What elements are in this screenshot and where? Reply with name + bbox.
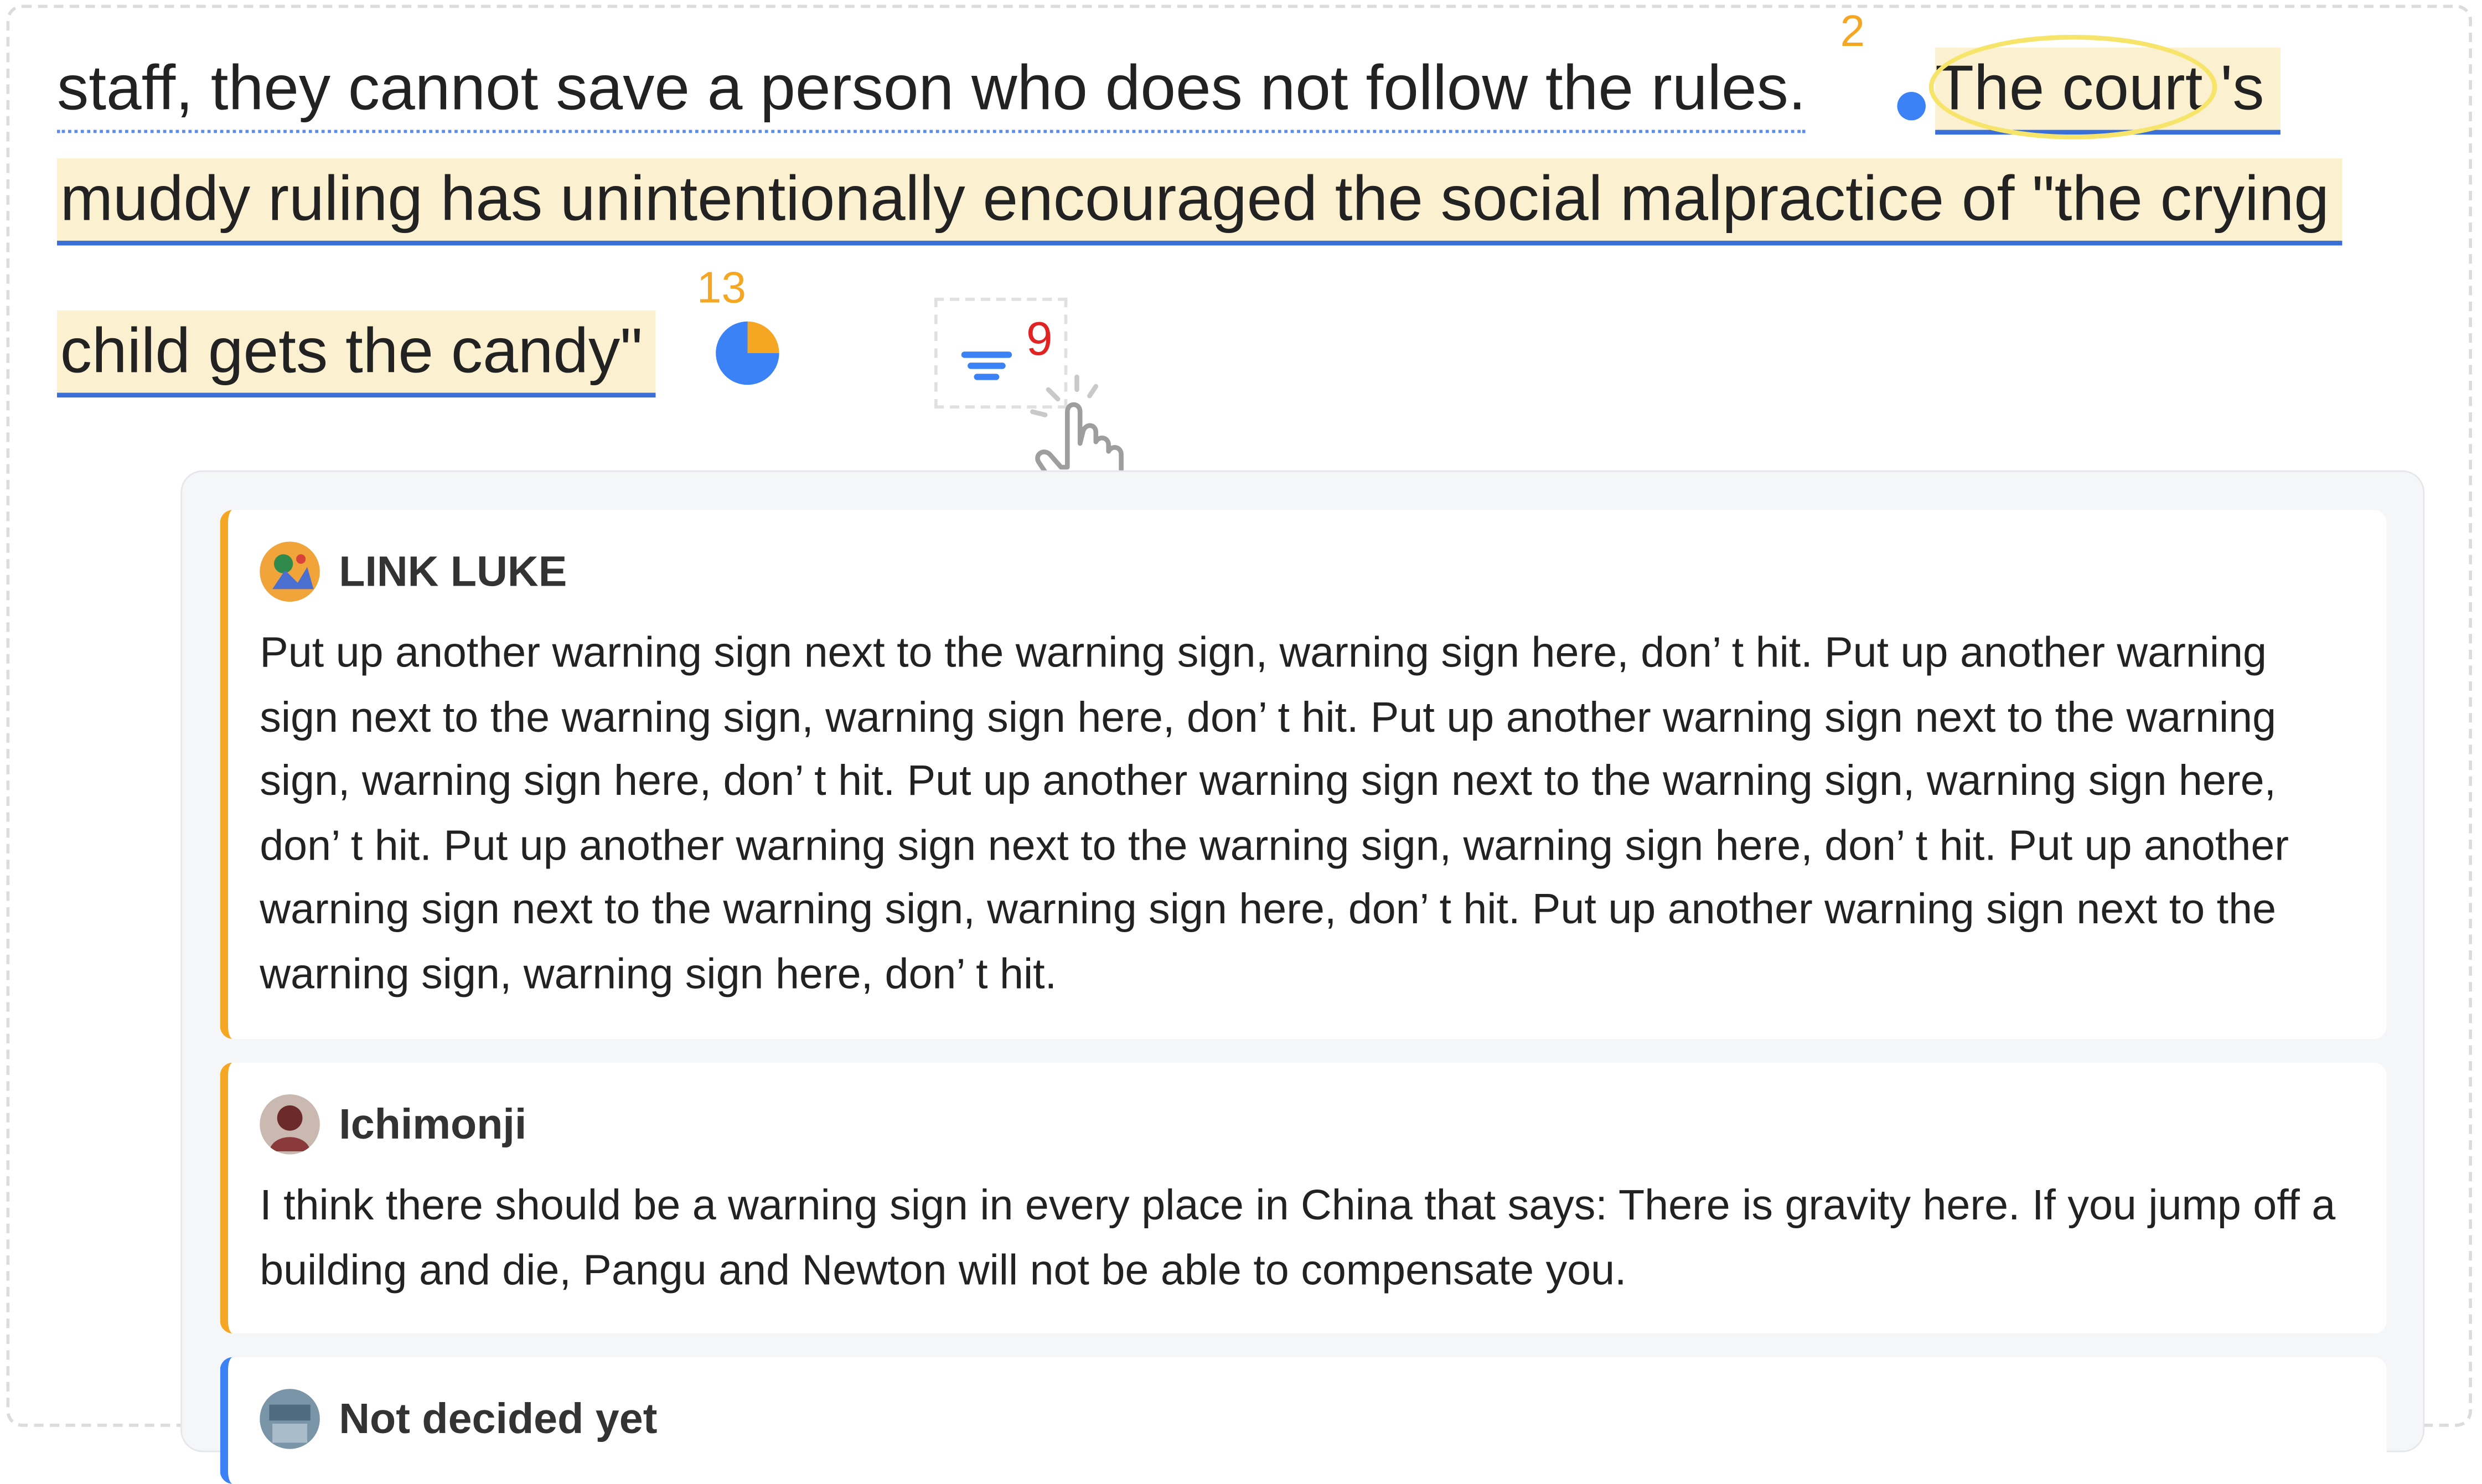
progress-pie-icon[interactable] xyxy=(716,321,779,385)
avatar[interactable] xyxy=(260,1094,320,1155)
highlighted-sentence[interactable]: muddy ruling has unintentionally encoura… xyxy=(56,158,2342,246)
comment-card: Ichimonji I think there should be a warn… xyxy=(220,1062,2387,1333)
passage-line-1: staff, they cannot save a person who doe… xyxy=(56,48,1806,133)
passage-line-2: muddy ruling has unintentionally encoura… xyxy=(56,158,2342,246)
filter-lines-icon xyxy=(961,351,1012,380)
avatar[interactable] xyxy=(260,1389,320,1449)
annotation-count[interactable]: 2 xyxy=(1840,6,1865,57)
comment-header: Ichimonji xyxy=(260,1094,2349,1155)
comment-card: Not decided yet xyxy=(220,1357,2387,1484)
annotation-count[interactable]: 13 xyxy=(697,263,746,314)
passage-line-3: child gets the candy" xyxy=(56,310,655,398)
highlighted-sentence[interactable]: child gets the candy" xyxy=(56,310,655,398)
comment-card: LINK LUKE Put up another warning sign ne… xyxy=(220,510,2387,1039)
comment-username[interactable]: Ichimonji xyxy=(339,1100,526,1149)
comments-panel: LINK LUKE Put up another warning sign ne… xyxy=(180,470,2425,1484)
comment-count-badge: 9 xyxy=(1026,313,1053,366)
annotated-passage: staff, they cannot save a person who doe… xyxy=(56,0,2433,459)
sentence-text[interactable]: staff, they cannot save a person who doe… xyxy=(56,48,1806,133)
comment-text: Put up another warning sign next to the … xyxy=(260,628,2289,997)
comment-username[interactable]: LINK LUKE xyxy=(339,547,567,596)
comment-username[interactable]: Not decided yet xyxy=(339,1394,657,1444)
comment-text: I think there should be a warning sign i… xyxy=(260,1181,2336,1294)
avatar[interactable] xyxy=(260,541,320,602)
annotation-dot-icon[interactable] xyxy=(1897,91,1926,121)
circle-annotation-mark xyxy=(1928,34,2217,139)
comment-header: Not decided yet xyxy=(260,1389,2349,1449)
comment-header: LINK LUKE xyxy=(260,541,2349,602)
